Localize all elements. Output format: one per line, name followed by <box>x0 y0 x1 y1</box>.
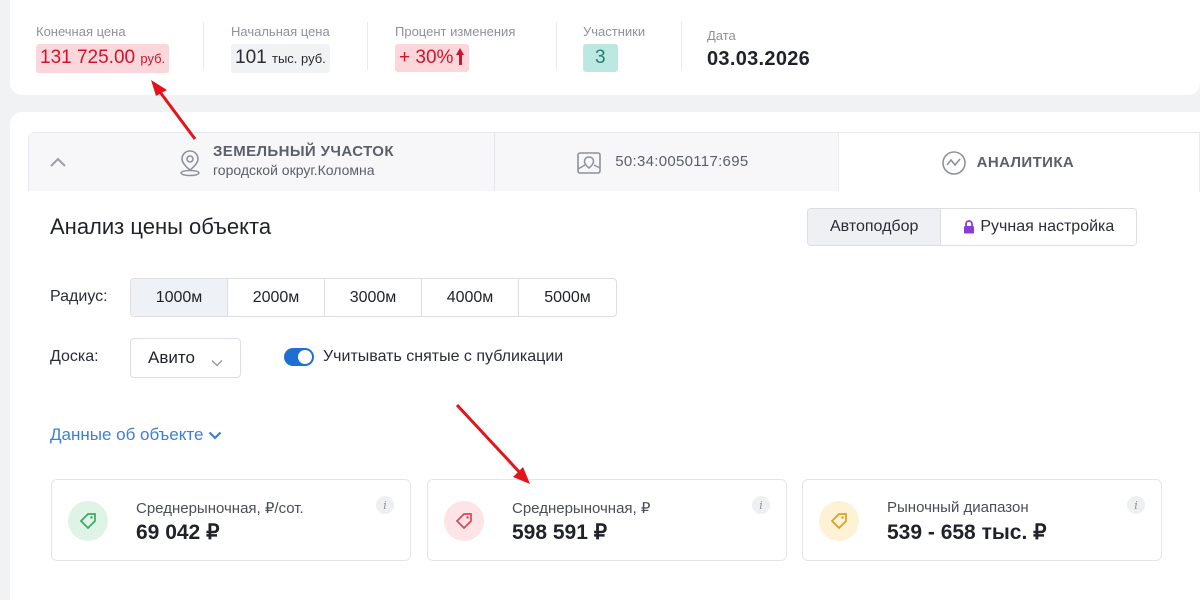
price-tag-icon <box>68 501 108 541</box>
info-icon[interactable]: i <box>376 496 394 514</box>
board-select-value: Авито <box>148 348 195 367</box>
date-label: Дата <box>707 28 736 43</box>
unpublished-toggle[interactable] <box>284 348 314 366</box>
toggle-knob <box>298 350 312 364</box>
chevron-up-icon[interactable] <box>49 155 67 173</box>
auction-summary-card: Конечная цена 131 725.00 руб. Начальная … <box>10 0 1200 95</box>
date-value: 03.03.2026 <box>707 48 811 70</box>
tab-cadastral-number[interactable]: 50:34:0050117:695 <box>495 133 839 191</box>
board-label: Доска: <box>50 348 99 365</box>
participants-value: 3 <box>583 44 618 72</box>
location-pin-icon <box>177 149 203 182</box>
auto-select-button[interactable]: Автоподбор <box>808 209 942 245</box>
start-price-label: Начальная цена <box>231 24 330 39</box>
final-price-label: Конечная цена <box>36 24 126 39</box>
change-value: + 30% <box>395 44 470 72</box>
radius-option-4000[interactable]: 4000м <box>422 279 519 316</box>
arrow-up-icon <box>456 48 465 65</box>
tab-analytics[interactable]: АНАЛИТИКА <box>838 133 1199 191</box>
change-stat: Процент изменения + 30% <box>395 24 515 72</box>
date-stat: Дата 03.03.2026 <box>707 28 810 72</box>
participants-stat: Участники 3 <box>583 24 645 72</box>
price-tag-icon <box>819 501 859 541</box>
map-pin-icon <box>575 149 603 182</box>
final-price-value: 131 725.00 руб. <box>36 44 170 73</box>
divider <box>556 22 557 70</box>
object-tabs: ЗЕМЕЛЬНЫЙ УЧАСТОК городской округ.Коломн… <box>28 132 1200 192</box>
tab-land-plot-subtitle: городской округ.Коломна <box>213 162 375 178</box>
info-icon[interactable]: i <box>752 496 770 514</box>
tab-land-plot-title: ЗЕМЕЛЬНЫЙ УЧАСТОК <box>213 143 394 160</box>
start-price-stat: Начальная цена 101 тыс. руб. <box>231 24 330 73</box>
metric-card-avg-price: Среднерыночная, ₽ 598 591 ₽ i <box>427 479 787 561</box>
info-icon[interactable]: i <box>1127 496 1145 514</box>
tab-cadastral-number-label: 50:34:0050117:695 <box>615 153 749 170</box>
page-title: Анализ цены объекта <box>50 214 272 239</box>
divider <box>681 22 682 70</box>
object-data-link-label: Данные об объекте <box>50 425 204 444</box>
radius-option-2000[interactable]: 2000м <box>228 279 325 316</box>
lock-icon <box>963 220 975 234</box>
change-label: Процент изменения <box>395 24 516 39</box>
object-data-link[interactable]: Данные об объекте <box>50 425 222 445</box>
radius-label: Радиус: <box>50 288 108 305</box>
object-panel: ЗЕМЕЛЬНЫЙ УЧАСТОК городской округ.Коломн… <box>10 112 1200 600</box>
radius-option-5000[interactable]: 5000м <box>519 279 616 316</box>
divider <box>203 22 204 70</box>
chevron-down-icon <box>209 431 222 440</box>
tab-land-plot[interactable]: ЗЕМЕЛЬНЫЙ УЧАСТОК городской округ.Коломн… <box>29 133 496 191</box>
metric-label: Рыночный диапазон <box>887 499 1029 516</box>
metric-value: 539 - 658 тыс. ₽ <box>887 521 1047 544</box>
analytics-icon <box>941 150 967 181</box>
radius-selector: 1000м 2000м 3000м 4000м 5000м <box>130 278 617 317</box>
metric-value: 69 042 ₽ <box>136 521 220 544</box>
chevron-down-icon <box>211 352 223 372</box>
manual-setup-label: Ручная настройка <box>980 218 1115 235</box>
mode-switch: Автоподбор Ручная настройка <box>807 208 1138 246</box>
start-price-value: 101 тыс. руб. <box>231 44 330 73</box>
metric-label: Среднерыночная, ₽ <box>512 500 651 517</box>
metric-card-market-range: Рыночный диапазон 539 - 658 тыс. ₽ i <box>802 479 1162 561</box>
metric-value: 598 591 ₽ <box>512 521 608 544</box>
price-tag-icon <box>444 501 484 541</box>
participants-label: Участники <box>583 24 646 39</box>
tab-analytics-label: АНАЛИТИКА <box>976 154 1075 171</box>
manual-setup-button[interactable]: Ручная настройка <box>941 209 1137 245</box>
radius-option-3000[interactable]: 3000м <box>325 279 422 316</box>
board-select[interactable]: Авито <box>130 338 241 378</box>
metric-card-avg-per-hundred: Среднерыночная, ₽/сот. 69 042 ₽ i <box>51 479 411 561</box>
divider <box>367 22 368 70</box>
unpublished-toggle-label: Учитывать снятые с публикации <box>323 348 564 365</box>
final-price-stat: Конечная цена 131 725.00 руб. <box>36 24 170 73</box>
radius-option-1000[interactable]: 1000м <box>131 279 228 316</box>
metric-label: Среднерыночная, ₽/сот. <box>136 500 304 517</box>
